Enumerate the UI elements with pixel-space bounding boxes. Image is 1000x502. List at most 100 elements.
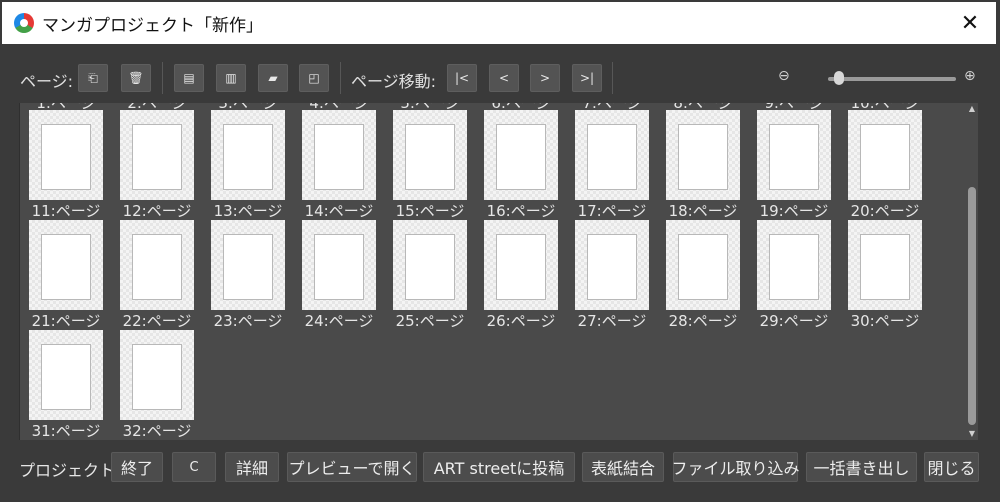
page-frame — [223, 234, 273, 300]
page-label: 29:ページ — [759, 312, 829, 330]
toolbar-divider — [340, 62, 341, 94]
zoom-slider-thumb[interactable] — [833, 71, 844, 85]
next-page-button[interactable]: > — [530, 64, 560, 92]
page-thumbnail[interactable] — [120, 330, 194, 420]
scroll-up-icon[interactable]: ▲ — [966, 103, 978, 115]
window-title: マンガプロジェクト「新作」 — [42, 15, 263, 36]
page-frame — [314, 124, 364, 190]
open-preview-button[interactable]: プレビューで開く — [287, 452, 417, 482]
page-thumbnail[interactable] — [29, 220, 103, 310]
page-frame — [132, 124, 182, 190]
close-button[interactable]: 閉じる — [924, 452, 979, 482]
first-page-button[interactable]: |< — [447, 64, 477, 92]
zoom-slider[interactable] — [828, 77, 956, 81]
open-folder-icon: ▰ — [268, 71, 278, 85]
page-frame — [223, 124, 273, 190]
add-page-button[interactable]: ⎗ — [78, 64, 108, 92]
page-thumbnail[interactable] — [393, 110, 467, 200]
page-label: 26:ページ — [486, 312, 556, 330]
page-label: 19:ページ — [759, 202, 829, 220]
page-settings-icon: ▤ — [183, 71, 195, 85]
page-thumbnail[interactable] — [666, 220, 740, 310]
page-properties-button[interactable]: ▥ — [216, 64, 246, 92]
page-settings-button[interactable]: ▤ — [174, 64, 204, 92]
delete-page-icon: 🗑 — [128, 71, 144, 85]
page-thumbnail[interactable] — [575, 220, 649, 310]
batch-export-button[interactable]: 一括書き出し — [806, 452, 917, 482]
page-move-label: ページ移動: — [351, 72, 437, 91]
zoom-out-icon[interactable]: ⊖ — [778, 68, 790, 84]
page-thumbnail-grid[interactable]: 1:ページ 2:ページ 3:ページ 4:ページ 5:ページ 6:ページ 7:ページ 8:ページ… — [19, 103, 966, 440]
page-label: 17:ページ — [577, 202, 647, 220]
page-frame — [769, 234, 819, 300]
prev-page-button[interactable]: < — [489, 64, 519, 92]
page-frame — [405, 234, 455, 300]
scrollbar-thumb[interactable] — [968, 187, 976, 425]
cover-combine-button[interactable]: 表紙結合 — [582, 452, 664, 482]
import-folder-icon: ◰ — [308, 71, 320, 85]
open-folder-button[interactable]: ▰ — [258, 64, 288, 92]
page-thumbnail[interactable] — [484, 220, 558, 310]
manga-project-window: マンガプロジェクト「新作」 ✕ ページ: ⎗ 🗑 ▤ ▥ ▰ ◰ ページ移動: |< < > >… — [0, 0, 1000, 502]
page-thumbnail[interactable] — [484, 110, 558, 200]
page-label: 30:ページ — [850, 312, 920, 330]
page-thumbnail[interactable] — [211, 220, 285, 310]
details-button[interactable]: 詳細 — [225, 452, 279, 482]
page-thumbnail[interactable] — [302, 110, 376, 200]
zoom-in-icon[interactable]: ⊕ — [964, 68, 976, 84]
page-thumbnail[interactable] — [757, 220, 831, 310]
page-frame — [496, 124, 546, 190]
page-frame — [860, 234, 910, 300]
refresh-button[interactable]: C — [172, 452, 216, 482]
toolbar-divider — [162, 62, 163, 94]
page-thumbnail[interactable] — [757, 110, 831, 200]
page-frame — [41, 344, 91, 410]
page-label: 12:ページ — [122, 202, 192, 220]
vertical-scrollbar[interactable]: ▲ ▼ — [966, 103, 978, 440]
page-label: 22:ページ — [122, 312, 192, 330]
import-file-button[interactable]: ファイル取り込み — [672, 452, 800, 482]
page-thumbnail[interactable] — [120, 110, 194, 200]
scroll-down-icon[interactable]: ▼ — [966, 428, 978, 440]
page-thumbnail[interactable] — [211, 110, 285, 200]
page-label: 25:ページ — [395, 312, 465, 330]
page-frame — [587, 234, 637, 300]
page-thumbnail[interactable] — [575, 110, 649, 200]
page-frame — [678, 234, 728, 300]
page-label: 15:ページ — [395, 202, 465, 220]
toolbar-divider — [612, 62, 613, 94]
page-label: 14:ページ — [304, 202, 374, 220]
page-frame — [860, 124, 910, 190]
page-thumbnail[interactable] — [848, 110, 922, 200]
page-label: 18:ページ — [668, 202, 738, 220]
page-thumbnail[interactable] — [29, 110, 103, 200]
page-label: 21:ページ — [31, 312, 101, 330]
delete-page-button[interactable]: 🗑 — [121, 64, 151, 92]
post-art-street-button[interactable]: ART streetに投稿 — [423, 452, 575, 482]
page-label: 23:ページ — [213, 312, 283, 330]
page-label: 32:ページ — [122, 422, 192, 440]
page-thumbnail[interactable] — [302, 220, 376, 310]
last-page-button[interactable]: >| — [572, 64, 602, 92]
page-label: 13:ページ — [213, 202, 283, 220]
first-page-icon: |< — [454, 71, 470, 85]
page-thumbnail[interactable] — [848, 220, 922, 310]
app-logo-icon — [14, 13, 34, 33]
page-frame — [41, 124, 91, 190]
page-frame — [678, 124, 728, 190]
window-close-button[interactable]: ✕ — [952, 7, 988, 39]
page-thumbnail[interactable] — [120, 220, 194, 310]
finish-button[interactable]: 終了 — [111, 452, 163, 482]
page-thumbnail[interactable] — [393, 220, 467, 310]
page-frame — [496, 234, 546, 300]
last-page-icon: >| — [579, 71, 595, 85]
page-label: 27:ページ — [577, 312, 647, 330]
add-page-icon: ⎗ — [88, 70, 98, 85]
page-thumbnail[interactable] — [666, 110, 740, 200]
page-label: 11:ページ — [31, 202, 101, 220]
page-thumbnail[interactable] — [29, 330, 103, 420]
title-bar: マンガプロジェクト「新作」 ✕ — [2, 2, 996, 44]
import-folder-button[interactable]: ◰ — [299, 64, 329, 92]
page-frame — [41, 234, 91, 300]
project-label: プロジェクト: — [19, 461, 121, 480]
